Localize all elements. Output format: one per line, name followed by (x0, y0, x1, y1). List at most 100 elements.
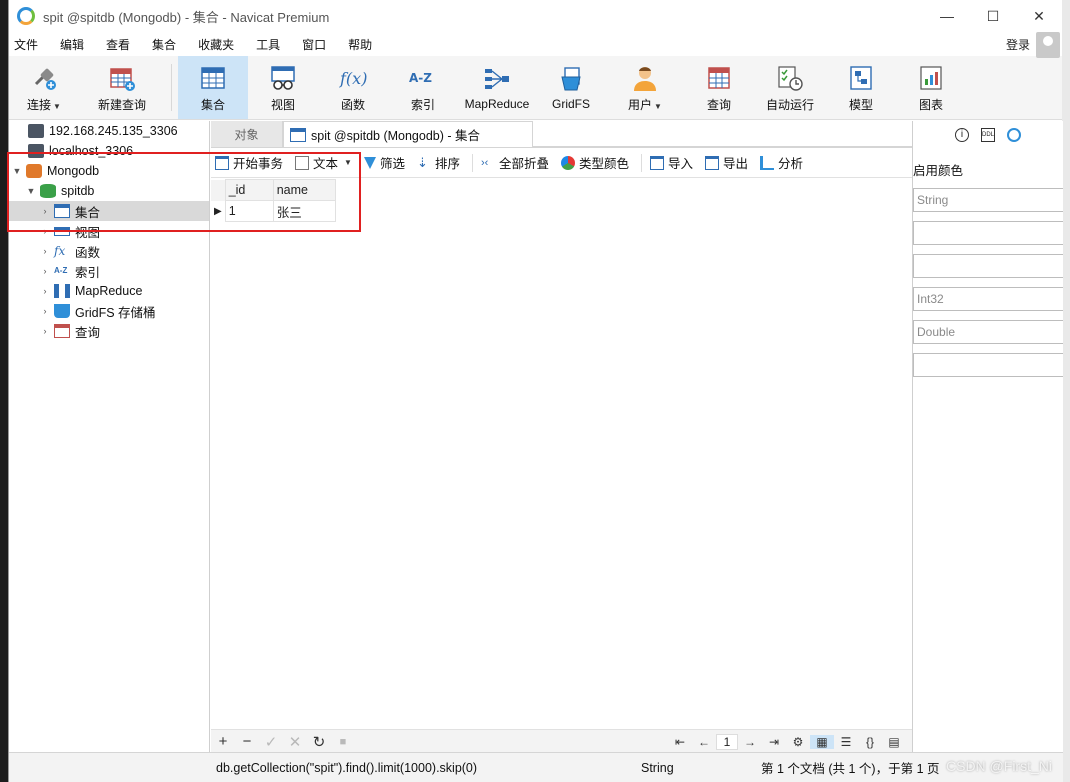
function-button[interactable]: f(x) 函数 (318, 56, 388, 119)
menu-help[interactable]: 帮助 (337, 36, 383, 53)
tab-objects[interactable]: 对象 (211, 121, 283, 147)
table-row[interactable]: ▶ 1 张三 (211, 200, 336, 222)
query-button[interactable]: 查询 (684, 56, 754, 119)
color-field-double[interactable]: Double (913, 320, 1063, 344)
sort-button[interactable]: ⇣ 排序 (417, 153, 460, 172)
tree-connection-2[interactable]: localhost_3306 (9, 141, 209, 161)
tree-node-collection[interactable]: › 集合 (9, 201, 209, 221)
model-icon (846, 63, 876, 93)
column-header-name[interactable]: name (272, 179, 336, 201)
refresh-button[interactable]: ↻ (307, 733, 331, 751)
filter-funnel-icon (363, 156, 376, 169)
settings-gear-icon[interactable]: ⚙ (786, 735, 810, 749)
button-label: 全部折叠 (498, 157, 549, 171)
chevron-right-icon[interactable]: › (39, 246, 51, 256)
export-button[interactable]: 导出 (705, 153, 748, 172)
tree-node-mapreduce[interactable]: › MapReduce (9, 281, 209, 301)
chevron-right-icon[interactable]: › (39, 266, 51, 276)
page-number-input[interactable]: 1 (716, 733, 738, 750)
tree-node-view[interactable]: › 视图 (9, 221, 209, 241)
login-link[interactable]: 登录 (1006, 36, 1030, 53)
menu-edit[interactable]: 编辑 (49, 36, 95, 53)
menu-collection[interactable]: 集合 (141, 36, 187, 53)
next-page-icon[interactable]: → (738, 735, 762, 749)
type-color-button[interactable]: 类型颜色 (561, 153, 629, 172)
index-button[interactable]: A-Z 索引 (388, 56, 458, 119)
column-header-id[interactable]: _id (224, 179, 274, 201)
menu-window[interactable]: 窗口 (291, 36, 337, 53)
tree-view-icon[interactable]: ☰ (834, 735, 858, 749)
chart-button[interactable]: 图表 (896, 56, 966, 119)
user-button[interactable]: 用户 ▼ (606, 56, 684, 119)
enable-color-label: 启用颜色 (913, 164, 964, 178)
ddl-icon[interactable]: DDL (981, 127, 995, 142)
row-indicator-header (211, 179, 226, 201)
json-view-icon[interactable]: {} (858, 735, 882, 749)
color-field[interactable] (913, 221, 1063, 245)
menu-favorites[interactable]: 收藏夹 (187, 36, 245, 53)
info-icon[interactable]: i (955, 127, 969, 142)
tree-node-gridfs[interactable]: › GridFS 存储桶 (9, 301, 209, 321)
mysql-connection-icon (28, 144, 44, 158)
tree-node-query[interactable]: › 查询 (9, 321, 209, 341)
tree-node-function[interactable]: › fx 函数 (9, 241, 209, 261)
menu-file[interactable]: 文件 (9, 36, 49, 53)
first-page-icon[interactable]: ⇤ (668, 735, 692, 749)
collection-editor: 对象 spit @spitdb (Mongodb) - 集合 开始事务 文本 ▼… (211, 121, 912, 782)
maximize-button[interactable]: ☐ (970, 0, 1016, 32)
new-query-button[interactable]: 新建查询 (79, 56, 165, 119)
chevron-right-icon[interactable]: › (39, 226, 51, 236)
mapreduce-label: MapReduce (464, 97, 530, 111)
chevron-right-icon[interactable]: › (39, 326, 51, 336)
cell-name[interactable]: 张三 (272, 200, 336, 222)
close-button[interactable]: ✕ (1016, 0, 1062, 32)
collection-button[interactable]: 集合 (178, 56, 248, 119)
diagram-icon[interactable] (1007, 127, 1021, 142)
text-view-button[interactable]: 文本 ▼ (295, 153, 352, 172)
mapreduce-icon (54, 284, 70, 298)
tab-document[interactable]: spit @spitdb (Mongodb) - 集合 (283, 121, 533, 147)
autorun-button[interactable]: 自动运行 (754, 56, 826, 119)
analyze-button[interactable]: 分析 (760, 153, 803, 172)
grid-view-icon[interactable]: ▦ (810, 734, 834, 749)
menu-view[interactable]: 查看 (95, 36, 141, 53)
color-field[interactable] (913, 353, 1063, 377)
color-field-int32[interactable]: Int32 (913, 287, 1063, 311)
tree-connection-1[interactable]: 192.168.245.135_3306 (9, 121, 209, 141)
chevron-right-icon[interactable]: › (39, 206, 51, 216)
form-view-icon[interactable]: ▤ (882, 735, 906, 749)
discard-changes-button[interactable]: ✕ (283, 733, 307, 751)
chevron-right-icon[interactable]: › (39, 306, 51, 316)
cell-id[interactable]: 1 (224, 200, 274, 222)
chevron-down-icon[interactable]: ▼ (11, 166, 23, 176)
avatar[interactable] (1036, 32, 1060, 58)
import-button[interactable]: 导入 (650, 153, 693, 172)
color-field-string[interactable]: String (913, 188, 1063, 212)
begin-transaction-button[interactable]: 开始事务 (215, 153, 283, 172)
tree-database-spitdb[interactable]: ▼ spitdb (9, 181, 209, 201)
chevron-right-icon[interactable]: › (39, 286, 51, 296)
last-page-icon[interactable]: ⇥ (762, 735, 786, 749)
gridfs-button[interactable]: GridFS (536, 56, 606, 119)
color-field[interactable] (913, 254, 1063, 278)
delete-record-button[interactable]: − (235, 733, 259, 750)
button-label: 导入 (668, 157, 694, 171)
model-button[interactable]: 模型 (826, 56, 896, 119)
collapse-all-button[interactable]: ›‹ 全部折叠 (481, 153, 549, 172)
bar-chart-icon (760, 155, 775, 170)
prev-page-icon[interactable]: ← (692, 735, 716, 749)
apply-changes-button[interactable]: ✓ (259, 733, 283, 751)
tree-connection-mongodb[interactable]: ▼ Mongodb (9, 161, 209, 181)
minimize-button[interactable]: — (924, 0, 970, 32)
mapreduce-button[interactable]: MapReduce (458, 56, 536, 119)
menu-tools[interactable]: 工具 (245, 36, 291, 53)
add-record-button[interactable]: + (211, 733, 235, 750)
tree-node-index[interactable]: › A-Z 索引 (9, 261, 209, 281)
chevron-down-icon[interactable]: ▼ (25, 186, 37, 196)
function-icon: f(x) (338, 63, 368, 93)
connect-button[interactable]: 连接 ▼ (9, 56, 79, 119)
filter-button[interactable]: 筛选 (363, 153, 405, 172)
view-button[interactable]: 视图 (248, 56, 318, 119)
stop-button[interactable]: ■ (331, 736, 355, 748)
connection-label: 192.168.245.135_3306 (49, 124, 178, 138)
